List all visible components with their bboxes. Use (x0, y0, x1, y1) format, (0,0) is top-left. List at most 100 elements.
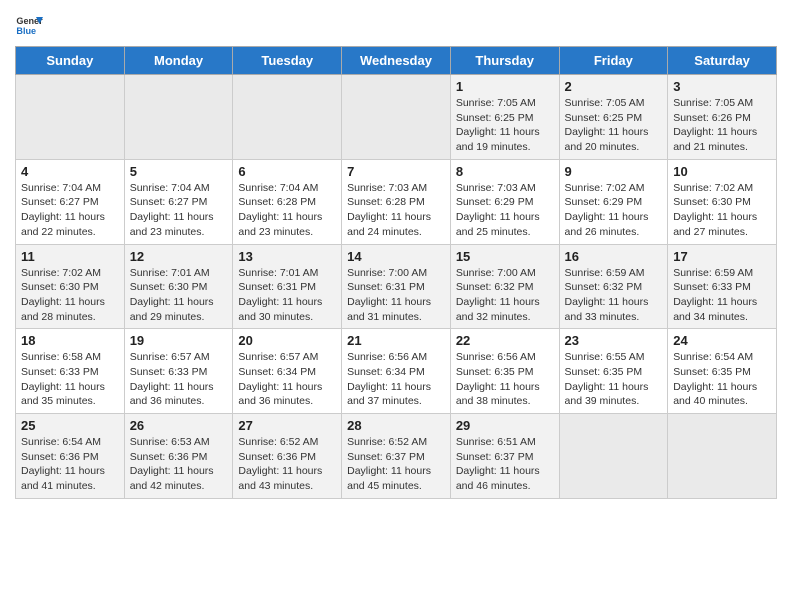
calendar-day-cell (124, 75, 233, 160)
logo: General Blue (15, 10, 43, 38)
calendar-day-cell: 11 Sunrise: 7:02 AMSunset: 6:30 PMDayligh… (16, 244, 125, 329)
day-info: Sunrise: 7:02 AMSunset: 6:29 PMDaylight:… (565, 181, 663, 240)
day-info: Sunrise: 7:04 AMSunset: 6:27 PMDaylight:… (130, 181, 228, 240)
calendar-day-cell: 21 Sunrise: 6:56 AMSunset: 6:34 PMDayligh… (342, 329, 451, 414)
day-info: Sunrise: 6:58 AMSunset: 6:33 PMDaylight:… (21, 350, 119, 409)
column-header-thursday: Thursday (450, 47, 559, 75)
day-number: 24 (673, 333, 771, 348)
day-number: 4 (21, 164, 119, 179)
day-info: Sunrise: 7:05 AMSunset: 6:25 PMDaylight:… (565, 96, 663, 155)
calendar-day-cell: 23 Sunrise: 6:55 AMSunset: 6:35 PMDayligh… (559, 329, 668, 414)
calendar-header-row: SundayMondayTuesdayWednesdayThursdayFrid… (16, 47, 777, 75)
day-number: 28 (347, 418, 445, 433)
day-number: 7 (347, 164, 445, 179)
column-header-friday: Friday (559, 47, 668, 75)
calendar-day-cell: 17 Sunrise: 6:59 AMSunset: 6:33 PMDayligh… (668, 244, 777, 329)
day-number: 16 (565, 249, 663, 264)
day-number: 9 (565, 164, 663, 179)
calendar-week-row: 18 Sunrise: 6:58 AMSunset: 6:33 PMDayligh… (16, 329, 777, 414)
calendar-day-cell: 9 Sunrise: 7:02 AMSunset: 6:29 PMDaylight… (559, 159, 668, 244)
calendar-day-cell (342, 75, 451, 160)
column-header-tuesday: Tuesday (233, 47, 342, 75)
calendar-day-cell: 25 Sunrise: 6:54 AMSunset: 6:36 PMDayligh… (16, 414, 125, 499)
day-info: Sunrise: 7:01 AMSunset: 6:30 PMDaylight:… (130, 266, 228, 325)
day-number: 23 (565, 333, 663, 348)
calendar-day-cell: 18 Sunrise: 6:58 AMSunset: 6:33 PMDayligh… (16, 329, 125, 414)
day-info: Sunrise: 6:56 AMSunset: 6:34 PMDaylight:… (347, 350, 445, 409)
day-info: Sunrise: 6:53 AMSunset: 6:36 PMDaylight:… (130, 435, 228, 494)
calendar-day-cell: 13 Sunrise: 7:01 AMSunset: 6:31 PMDayligh… (233, 244, 342, 329)
day-info: Sunrise: 7:01 AMSunset: 6:31 PMDaylight:… (238, 266, 336, 325)
calendar-day-cell: 10Sunrise: 7:02 AMSunset: 6:30 PMDayligh… (668, 159, 777, 244)
day-number: 19 (130, 333, 228, 348)
day-info: Sunrise: 6:52 AMSunset: 6:37 PMDaylight:… (347, 435, 445, 494)
day-info: Sunrise: 6:55 AMSunset: 6:35 PMDaylight:… (565, 350, 663, 409)
day-number: 17 (673, 249, 771, 264)
day-info: Sunrise: 6:52 AMSunset: 6:36 PMDaylight:… (238, 435, 336, 494)
svg-text:Blue: Blue (16, 26, 36, 36)
day-number: 22 (456, 333, 554, 348)
day-info: Sunrise: 7:02 AMSunset: 6:30 PMDaylight:… (21, 266, 119, 325)
day-info: Sunrise: 6:56 AMSunset: 6:35 PMDaylight:… (456, 350, 554, 409)
calendar-day-cell (559, 414, 668, 499)
day-info: Sunrise: 7:03 AMSunset: 6:29 PMDaylight:… (456, 181, 554, 240)
day-info: Sunrise: 7:03 AMSunset: 6:28 PMDaylight:… (347, 181, 445, 240)
day-info: Sunrise: 7:05 AMSunset: 6:25 PMDaylight:… (456, 96, 554, 155)
day-number: 26 (130, 418, 228, 433)
day-number: 2 (565, 79, 663, 94)
day-info: Sunrise: 7:00 AMSunset: 6:31 PMDaylight:… (347, 266, 445, 325)
day-info: Sunrise: 6:57 AMSunset: 6:34 PMDaylight:… (238, 350, 336, 409)
day-number: 21 (347, 333, 445, 348)
calendar-day-cell: 24 Sunrise: 6:54 AMSunset: 6:35 PMDayligh… (668, 329, 777, 414)
day-info: Sunrise: 7:04 AMSunset: 6:28 PMDaylight:… (238, 181, 336, 240)
calendar-week-row: 1Sunrise: 7:05 AMSunset: 6:25 PMDaylight… (16, 75, 777, 160)
day-info: Sunrise: 7:04 AMSunset: 6:27 PMDaylight:… (21, 181, 119, 240)
day-number: 8 (456, 164, 554, 179)
calendar-day-cell: 26 Sunrise: 6:53 AMSunset: 6:36 PMDayligh… (124, 414, 233, 499)
calendar-day-cell: 7 Sunrise: 7:03 AMSunset: 6:28 PMDaylight… (342, 159, 451, 244)
calendar-day-cell (668, 414, 777, 499)
day-number: 6 (238, 164, 336, 179)
day-number: 12 (130, 249, 228, 264)
page-header: General Blue (15, 10, 777, 38)
day-info: Sunrise: 6:51 AMSunset: 6:37 PMDaylight:… (456, 435, 554, 494)
day-info: Sunrise: 6:59 AMSunset: 6:33 PMDaylight:… (673, 266, 771, 325)
day-info: Sunrise: 6:57 AMSunset: 6:33 PMDaylight:… (130, 350, 228, 409)
column-header-monday: Monday (124, 47, 233, 75)
day-number: 13 (238, 249, 336, 264)
calendar-day-cell: 22 Sunrise: 6:56 AMSunset: 6:35 PMDayligh… (450, 329, 559, 414)
column-header-saturday: Saturday (668, 47, 777, 75)
calendar-day-cell: 2 Sunrise: 7:05 AMSunset: 6:25 PMDaylight… (559, 75, 668, 160)
calendar-day-cell: 6 Sunrise: 7:04 AMSunset: 6:28 PMDaylight… (233, 159, 342, 244)
calendar-week-row: 11 Sunrise: 7:02 AMSunset: 6:30 PMDayligh… (16, 244, 777, 329)
column-header-sunday: Sunday (16, 47, 125, 75)
calendar-day-cell: 14 Sunrise: 7:00 AMSunset: 6:31 PMDayligh… (342, 244, 451, 329)
calendar-day-cell: 15 Sunrise: 7:00 AMSunset: 6:32 PMDayligh… (450, 244, 559, 329)
day-number: 25 (21, 418, 119, 433)
calendar-day-cell (233, 75, 342, 160)
calendar-day-cell (16, 75, 125, 160)
day-info: Sunrise: 6:54 AMSunset: 6:35 PMDaylight:… (673, 350, 771, 409)
calendar-day-cell: 28 Sunrise: 6:52 AMSunset: 6:37 PMDayligh… (342, 414, 451, 499)
calendar-week-row: 4 Sunrise: 7:04 AMSunset: 6:27 PMDaylight… (16, 159, 777, 244)
calendar-day-cell: 3 Sunrise: 7:05 AMSunset: 6:26 PMDaylight… (668, 75, 777, 160)
day-info: Sunrise: 7:05 AMSunset: 6:26 PMDaylight:… (673, 96, 771, 155)
day-number: 10 (673, 164, 771, 179)
calendar-day-cell: 1Sunrise: 7:05 AMSunset: 6:25 PMDaylight… (450, 75, 559, 160)
day-info: Sunrise: 7:00 AMSunset: 6:32 PMDaylight:… (456, 266, 554, 325)
day-number: 18 (21, 333, 119, 348)
calendar-day-cell: 16 Sunrise: 6:59 AMSunset: 6:32 PMDayligh… (559, 244, 668, 329)
calendar-day-cell: 5 Sunrise: 7:04 AMSunset: 6:27 PMDaylight… (124, 159, 233, 244)
day-info: Sunrise: 6:54 AMSunset: 6:36 PMDaylight:… (21, 435, 119, 494)
day-number: 3 (673, 79, 771, 94)
day-number: 15 (456, 249, 554, 264)
day-number: 5 (130, 164, 228, 179)
day-number: 20 (238, 333, 336, 348)
day-number: 14 (347, 249, 445, 264)
column-header-wednesday: Wednesday (342, 47, 451, 75)
day-number: 27 (238, 418, 336, 433)
calendar-week-row: 25 Sunrise: 6:54 AMSunset: 6:36 PMDayligh… (16, 414, 777, 499)
day-info: Sunrise: 6:59 AMSunset: 6:32 PMDaylight:… (565, 266, 663, 325)
calendar-day-cell: 19 Sunrise: 6:57 AMSunset: 6:33 PMDayligh… (124, 329, 233, 414)
day-number: 11 (21, 249, 119, 264)
